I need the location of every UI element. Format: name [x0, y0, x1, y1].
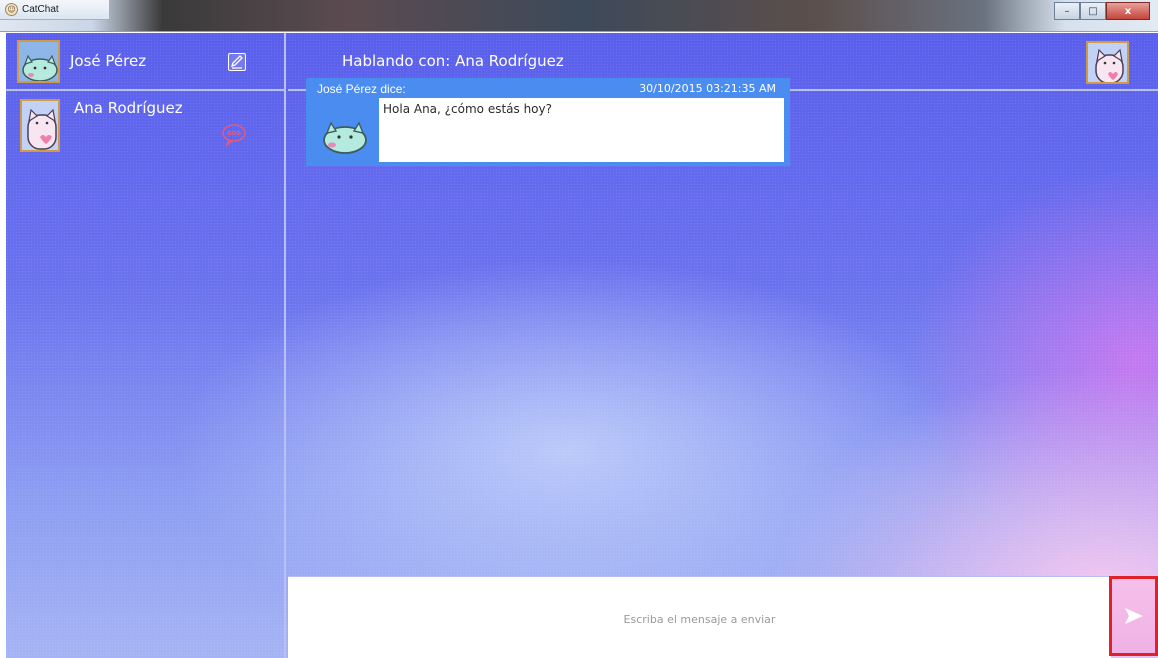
- message-timestamp: 30/10/2015 03:21:35 AM: [639, 82, 776, 95]
- edit-profile-icon[interactable]: [228, 53, 246, 71]
- cat-avatar-icon: [27, 108, 57, 150]
- send-button[interactable]: [1109, 576, 1158, 656]
- message-header: José Pérez dice: 30/10/2015 03:21:35 AM: [308, 80, 788, 97]
- contact-avatar: [20, 99, 60, 152]
- minimize-button[interactable]: –: [1054, 2, 1080, 20]
- message-avatar: [316, 100, 374, 158]
- message-body: Hola Ana, ¿cómo estás hoy?: [379, 98, 784, 162]
- window-title-tab: ☺ CatChat: [0, 0, 110, 20]
- cat-avatar-icon: [1095, 48, 1124, 82]
- current-user-name: José Pérez: [70, 52, 147, 70]
- app-cat-icon: ☺: [5, 3, 18, 16]
- maximize-button[interactable]: □: [1080, 2, 1106, 20]
- cat-avatar-icon: [323, 121, 367, 154]
- message-input-placeholder: Escriba el mensaje a enviar: [623, 613, 776, 626]
- chat-message: José Pérez dice: 30/10/2015 03:21:35 AM …: [306, 78, 790, 166]
- close-button[interactable]: x: [1106, 2, 1150, 20]
- message-text: Hola Ana, ¿cómo estás hoy?: [383, 102, 552, 116]
- window-title: CatChat: [22, 4, 59, 15]
- window-controls: – □ x: [1054, 2, 1150, 20]
- contact-item-ana[interactable]: Ana Rodríguez: [6, 93, 284, 163]
- sidebar: José Pérez Ana Rodríguez: [6, 33, 286, 658]
- chat-bubble-icon: [222, 124, 246, 147]
- send-arrow-icon: [1124, 608, 1143, 624]
- contact-name: Ana Rodríguez: [74, 99, 183, 117]
- current-user-avatar[interactable]: [17, 39, 60, 83]
- cat-avatar-icon: [22, 54, 58, 81]
- chat-partner-avatar[interactable]: [1086, 41, 1129, 84]
- window-titlebar: ☺ CatChat – □ x: [0, 0, 1158, 32]
- chat-title: Hablando con: Ana Rodríguez: [342, 52, 564, 70]
- sidebar-header: José Pérez: [6, 33, 286, 91]
- message-author: José Pérez dice:: [317, 81, 406, 96]
- message-input[interactable]: Escriba el mensaje a enviar: [288, 576, 1111, 658]
